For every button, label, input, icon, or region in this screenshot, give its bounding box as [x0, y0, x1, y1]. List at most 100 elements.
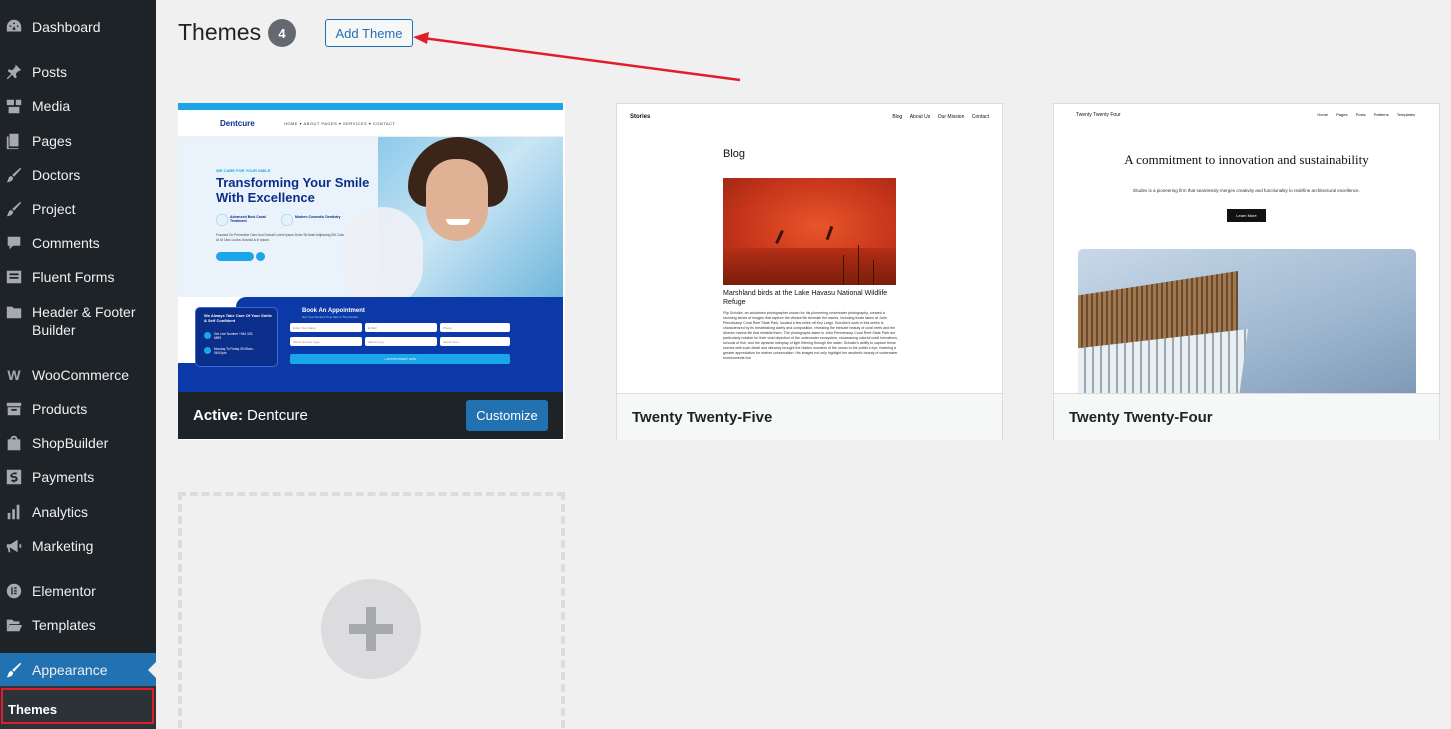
elementor-icon: [4, 582, 24, 600]
preview-nav-item: Templates: [1396, 112, 1415, 117]
theme-card-footer: Twenty Twenty-Five: [617, 393, 1002, 440]
hero-cta: [216, 252, 254, 261]
submenu-item-themes[interactable]: Themes: [1, 688, 154, 724]
folder-icon: [4, 303, 24, 321]
theme-card-twenty-twenty-four[interactable]: Twenty Twenty Four Home Pages Posts Patt…: [1053, 103, 1440, 440]
theme-card-footer: Active: Dentcure Customize: [178, 392, 563, 439]
active-label: Active:: [193, 407, 244, 424]
contact-card-title: We Always Take Care Of Your Smile & Self…: [204, 313, 272, 323]
bag-icon: [4, 434, 24, 452]
preview-caption: Marshland birds at the Lake Havasu Natio…: [723, 290, 888, 306]
menu-label: Products: [32, 401, 88, 417]
photo-water: [723, 248, 896, 285]
preview-site-title: Twenty Twenty Four: [1076, 112, 1121, 118]
preview-nav-item: Posts: [1355, 112, 1366, 117]
menu-project[interactable]: Project: [0, 200, 156, 218]
woo-icon: W: [7, 367, 21, 383]
hero-cta-arrow: [256, 252, 265, 261]
preview-bird-photo: [723, 178, 896, 285]
preview-topbar: [178, 103, 563, 110]
menu-label: Doctors: [32, 167, 81, 183]
form-field: Select Service Type: [290, 337, 362, 346]
menu-header-footer-builder[interactable]: Header & Footer Builder: [0, 303, 156, 339]
preview-nav-links: HOME ▾ ABOUT PAGES ▾ SERVICES ▾ CONTACT: [284, 121, 396, 126]
menu-analytics[interactable]: Analytics: [0, 503, 156, 521]
menu-templates[interactable]: Templates: [0, 616, 156, 634]
hero-photo-face: [426, 159, 488, 241]
photo-bird: [825, 225, 834, 241]
menu-label: Media: [32, 98, 71, 114]
menu-products[interactable]: Products: [0, 400, 156, 418]
menu-shopbuilder[interactable]: ShopBuilder: [0, 434, 156, 452]
paintbrush-icon: [4, 661, 24, 679]
photo-reed: [873, 260, 874, 285]
preview-nav: Dentcure HOME ▾ ABOUT PAGES ▾ SERVICES ▾…: [178, 110, 563, 137]
theme-screenshot: Twenty Twenty Four Home Pages Posts Patt…: [1054, 104, 1439, 393]
theme-card-twenty-twenty-five[interactable]: Stories Blog About Us Our Mission Contac…: [616, 103, 1003, 440]
appointment-section-bottom: [178, 363, 563, 392]
dollar-icon: [4, 468, 24, 486]
annotation-arrow: [413, 32, 741, 82]
menu-label: Pages: [32, 133, 72, 149]
appearance-submenu: Themes: [0, 686, 156, 729]
menu-label: Payments: [32, 469, 95, 485]
preview-heading: Blog: [723, 148, 746, 160]
brush-icon: [4, 166, 24, 184]
preview-nav: Blog About Us Our Mission Contact: [886, 114, 989, 120]
menu-elementor[interactable]: Elementor: [0, 582, 156, 600]
menu-appearance[interactable]: Appearance: [0, 653, 156, 687]
preview-architecture-photo: [1078, 249, 1416, 393]
theme-card-footer: Twenty Twenty-Four: [1054, 393, 1439, 440]
megaphone-icon: [4, 537, 24, 555]
customize-button[interactable]: Customize: [466, 400, 548, 431]
theme-name: Dentcure: [247, 407, 308, 424]
hero-eyebrow: WE CARE FOR YOUR SMILE: [216, 168, 271, 173]
preview-nav-item: Blog: [892, 114, 903, 120]
preview-button: Learn More: [1227, 209, 1266, 222]
menu-label: Comments: [32, 235, 100, 251]
preview-body-text: Flip Schulke, an acclaimed photographer …: [723, 311, 898, 360]
form-field: dd/mm/yyyy: [365, 337, 437, 346]
menu-pages[interactable]: Pages: [0, 132, 156, 150]
contact-card-line: Get Live Number +944 333 6899: [204, 332, 260, 340]
menu-comments[interactable]: Comments: [0, 234, 156, 252]
menu-payments[interactable]: Payments: [0, 468, 156, 486]
photo-reed: [843, 255, 844, 285]
menu-media[interactable]: Media: [0, 97, 156, 115]
form-submit: + APPOINTMENT NOW: [290, 354, 510, 364]
contact-card-line: Monday To Friday 09:00am - 06:00pm: [204, 347, 260, 355]
menu-label: Templates: [32, 617, 96, 633]
theme-card-dentcure[interactable]: Dentcure HOME ▾ ABOUT PAGES ▾ SERVICES ▾…: [178, 103, 565, 440]
photo-bird: [775, 230, 784, 244]
form-field: E-Mail: [365, 323, 437, 332]
menu-woocommerce[interactable]: W WooCommerce: [0, 366, 156, 384]
preview-site-title: Stories: [630, 114, 651, 120]
menu-label: Dashboard: [32, 19, 101, 35]
menu-fluent-forms[interactable]: Fluent Forms: [0, 268, 156, 286]
comment-icon: [4, 234, 24, 252]
plus-icon[interactable]: [321, 579, 421, 679]
menu-label: Elementor: [32, 583, 96, 599]
hero-feature: Modern Cosmetic Dentistry: [281, 213, 341, 227]
form-field: Select Time: [440, 337, 510, 346]
menu-posts[interactable]: Posts: [0, 63, 156, 81]
preview-nav-item: Home: [1317, 112, 1328, 117]
menu-label: ShopBuilder: [32, 435, 109, 451]
menu-marketing[interactable]: Marketing: [0, 537, 156, 555]
menu-label: WooCommerce: [32, 367, 129, 383]
menu-doctors[interactable]: Doctors: [0, 166, 156, 184]
menu-label: Marketing: [32, 538, 94, 554]
menu-dashboard[interactable]: Dashboard: [0, 18, 156, 36]
menu-label: Header & Footer Builder: [32, 304, 136, 338]
folder-open-icon: [4, 616, 24, 634]
hero-paragraph: Focused On Preventive Care And Overall L…: [216, 233, 344, 242]
brush-icon: [4, 200, 24, 218]
add-theme-button[interactable]: Add Theme: [325, 19, 413, 47]
theme-name: Twenty Twenty-Four: [1069, 408, 1213, 426]
menu-label: Analytics: [32, 504, 89, 520]
preview-logo: Dentcure: [220, 119, 255, 128]
preview-heading: A commitment to innovation and sustainab…: [1124, 152, 1369, 167]
preview-hero: WE CARE FOR YOUR SMILE Transforming Your…: [178, 137, 563, 297]
page-title: Themes: [178, 19, 262, 45]
menu-label: Posts: [32, 64, 68, 80]
